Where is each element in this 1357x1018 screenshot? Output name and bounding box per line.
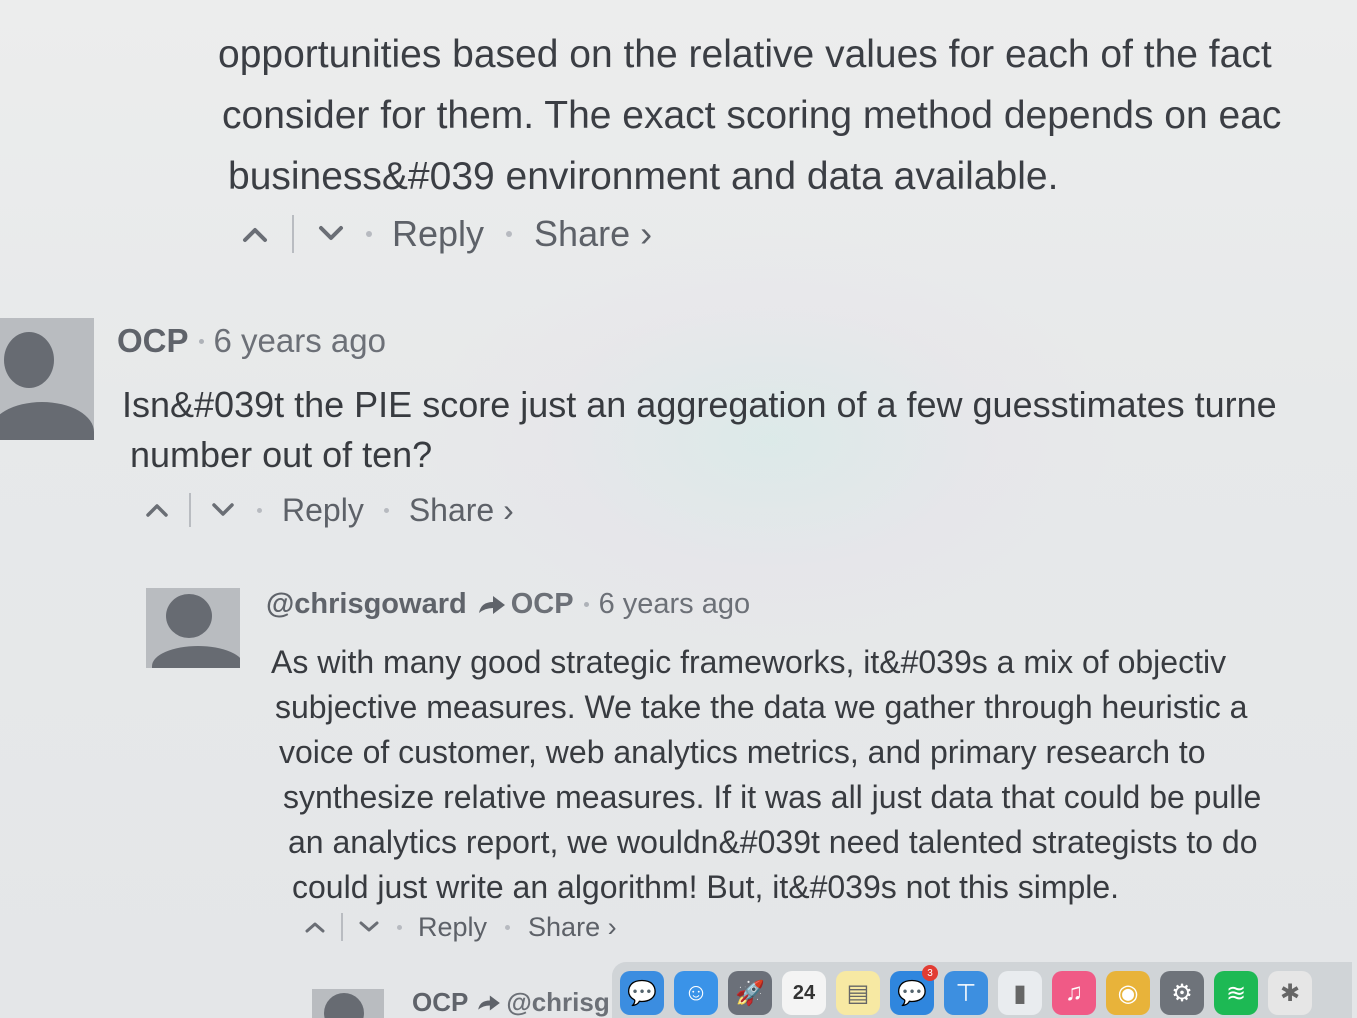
avatar[interactable] bbox=[0, 318, 94, 440]
slack-app-icon[interactable]: ✱ bbox=[1268, 971, 1312, 1015]
system-preferences-app-icon[interactable]: ⚙ bbox=[1160, 971, 1204, 1015]
comment-line: number out of ten? bbox=[130, 434, 433, 475]
reply-button[interactable]: Reply bbox=[282, 492, 364, 529]
separator-dot bbox=[198, 338, 204, 344]
comment-line: Isn&#039t the PIE score just an aggregat… bbox=[122, 384, 1277, 425]
chat-app-icon[interactable]: 💬 3 bbox=[890, 965, 938, 1015]
avatar-body-shape bbox=[152, 646, 240, 668]
comment-body: As with many good strategic frameworks, … bbox=[271, 640, 1261, 910]
reply-arrow-icon bbox=[477, 593, 507, 617]
keynote-app-icon[interactable]: ⊤ bbox=[944, 971, 988, 1015]
separator-dot bbox=[505, 924, 511, 930]
separator-dot bbox=[366, 231, 372, 237]
comment-line: voice of customer, web analytics metrics… bbox=[279, 734, 1206, 770]
calendar-app-icon[interactable]: 24 bbox=[782, 971, 826, 1015]
reply-button[interactable]: Reply bbox=[392, 213, 484, 255]
avatar[interactable] bbox=[312, 989, 384, 1018]
comment-actions: Reply Share › bbox=[303, 910, 617, 944]
comment-header: @chrisgoward OCP 6 years ago bbox=[266, 588, 750, 621]
vote-divider bbox=[341, 913, 343, 941]
comment-author[interactable]: OCP bbox=[117, 322, 189, 360]
comment-line: subjective measures. We take the data we… bbox=[275, 689, 1248, 725]
previous-comment-body: opportunities based on the relative valu… bbox=[218, 24, 1357, 207]
separator-dot bbox=[383, 507, 389, 513]
separator-dot bbox=[257, 507, 262, 513]
separator-dot bbox=[583, 602, 589, 607]
notification-badge: 3 bbox=[922, 965, 938, 981]
share-button[interactable]: Share › bbox=[409, 492, 514, 529]
reply-arrow-icon bbox=[476, 993, 502, 1013]
screen: opportunities based on the relative valu… bbox=[0, 0, 1357, 1018]
avatar[interactable] bbox=[146, 588, 240, 668]
separator-dot bbox=[397, 924, 402, 930]
vote-divider bbox=[292, 215, 294, 253]
spotify-app-icon[interactable]: ≋ bbox=[1214, 971, 1258, 1015]
avatar-body-shape bbox=[0, 402, 94, 440]
dock: 💬 ☺ 🚀 24 ▤ 💬 3 ⊤ ▮ ♫ ◉ ⚙ ≋ ✱ bbox=[612, 962, 1352, 1018]
messages-app-icon[interactable]: 💬 bbox=[620, 971, 664, 1015]
avatar-head-shape bbox=[324, 993, 364, 1018]
music-app-icon[interactable]: ♫ bbox=[1052, 971, 1096, 1015]
comment-author[interactable]: @chrisgoward bbox=[266, 588, 467, 621]
avatar-head-shape bbox=[166, 594, 212, 638]
reply-button[interactable]: Reply bbox=[418, 912, 487, 943]
previous-comment-actions: Reply Share › bbox=[240, 212, 652, 256]
comment-author[interactable]: OCP bbox=[412, 987, 468, 1018]
previous-comment-line: consider for them. The exact scoring met… bbox=[222, 94, 1282, 137]
share-button[interactable]: Share › bbox=[528, 912, 617, 943]
upvote-icon[interactable] bbox=[240, 225, 270, 243]
comment-actions: Reply Share › bbox=[143, 490, 514, 530]
comment-line: synthesize relative measures. If it was … bbox=[283, 779, 1262, 815]
numbers-app-icon[interactable]: ▮ bbox=[998, 971, 1042, 1015]
comment-header: OCP @chrisg bbox=[412, 987, 610, 1018]
comment-body: Isn&#039t the PIE score just an aggregat… bbox=[122, 380, 1277, 480]
previous-comment-line: opportunities based on the relative valu… bbox=[218, 33, 1272, 76]
upvote-icon[interactable] bbox=[303, 920, 327, 934]
reply-target[interactable]: OCP bbox=[511, 588, 574, 621]
share-button[interactable]: Share › bbox=[534, 213, 652, 255]
separator-dot bbox=[506, 231, 513, 237]
avatar-head-shape bbox=[4, 332, 54, 388]
previous-comment-line: business&#039 environment and data avail… bbox=[228, 155, 1059, 198]
comment-header: OCP 6 years ago bbox=[117, 322, 386, 360]
comment-line: an analytics report, we wouldn&#039t nee… bbox=[288, 824, 1258, 860]
launchpad-app-icon[interactable]: 🚀 bbox=[728, 971, 772, 1015]
notes-app-icon[interactable]: ▤ bbox=[836, 971, 880, 1015]
reply-target[interactable]: @chrisg bbox=[506, 987, 609, 1018]
comment-line: could just write an algorithm! But, it&#… bbox=[292, 869, 1120, 905]
comment-line: As with many good strategic frameworks, … bbox=[271, 644, 1227, 680]
finder-app-icon[interactable]: ☺ bbox=[674, 971, 718, 1015]
downvote-icon[interactable] bbox=[209, 502, 237, 518]
vote-divider bbox=[189, 493, 191, 527]
upvote-icon[interactable] bbox=[143, 502, 171, 518]
comment-timestamp[interactable]: 6 years ago bbox=[214, 322, 386, 360]
downvote-icon[interactable] bbox=[357, 920, 381, 934]
downvote-icon[interactable] bbox=[316, 225, 346, 243]
comment-timestamp[interactable]: 6 years ago bbox=[599, 588, 751, 621]
next-comment-peek: OCP @chrisg bbox=[0, 985, 612, 1018]
chrome-app-icon[interactable]: ◉ bbox=[1106, 971, 1150, 1015]
